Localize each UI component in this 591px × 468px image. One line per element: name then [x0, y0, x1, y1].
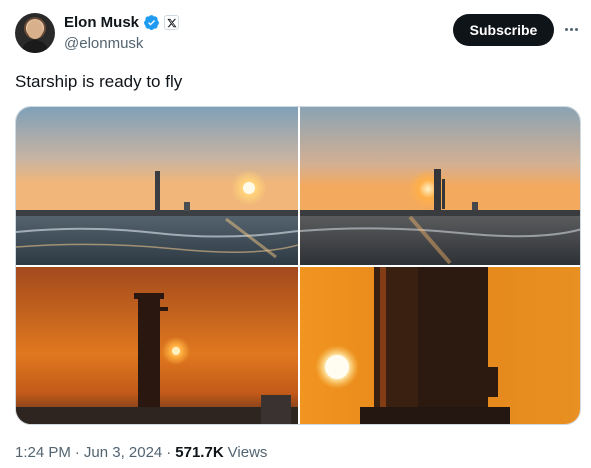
photo-3-image — [16, 267, 298, 424]
tweet-text: Starship is ready to fly — [15, 72, 183, 91]
verified-icon — [144, 15, 159, 31]
x-logo-icon[interactable] — [164, 15, 180, 30]
tweet-meta: 1:24 PM · Jun 3, 2024 · 571.7K Views — [15, 444, 267, 461]
more-dot — [574, 27, 578, 31]
meta-separator: · — [74, 444, 80, 461]
photo-2-image — [300, 107, 580, 265]
photo-4[interactable] — [300, 267, 580, 424]
photo-4-image — [300, 267, 580, 424]
tweet-date[interactable]: Jun 3, 2024 — [84, 444, 162, 461]
author-display-name[interactable]: Elon Musk — [64, 14, 139, 31]
subscribe-button[interactable]: Subscribe — [453, 14, 554, 46]
more-dot — [569, 27, 573, 31]
more-options-icon[interactable] — [560, 18, 582, 40]
x-logo-glyph — [166, 18, 177, 27]
media-grid — [15, 106, 581, 425]
author-name-row: Elon Musk — [64, 14, 180, 31]
author-handle[interactable]: @elonmusk — [64, 35, 143, 52]
photo-2[interactable] — [300, 107, 580, 265]
views-label: Views — [227, 444, 268, 461]
photo-1[interactable] — [16, 107, 298, 265]
photo-3[interactable] — [16, 267, 298, 424]
views-count: 571.7K — [175, 444, 224, 461]
avatar-shirt — [21, 40, 49, 53]
meta-separator: · — [166, 444, 172, 461]
more-dot — [564, 27, 568, 31]
tweet-time[interactable]: 1:24 PM — [15, 444, 71, 461]
avatar[interactable] — [15, 13, 55, 53]
avatar-face — [27, 20, 43, 39]
photo-1-image — [16, 107, 298, 265]
